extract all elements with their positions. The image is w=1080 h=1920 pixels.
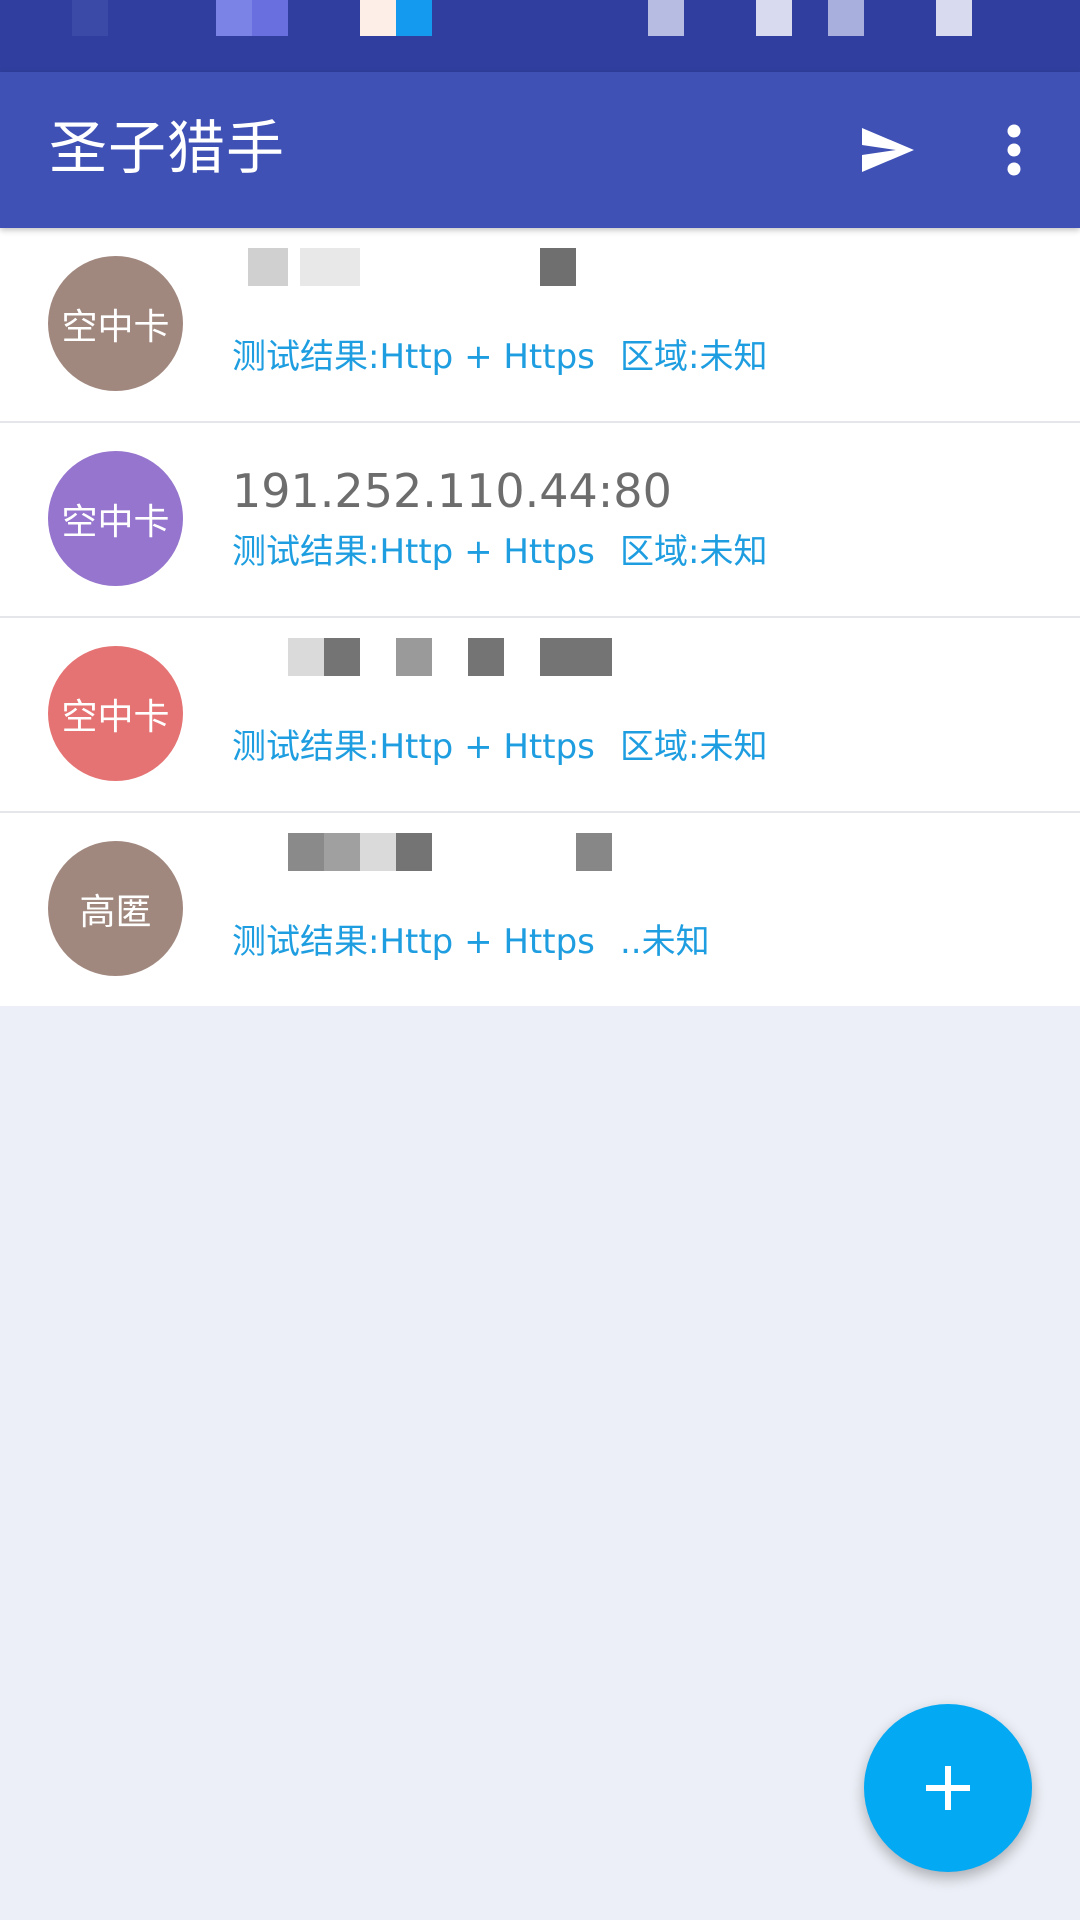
redacted-address-block — [540, 248, 576, 286]
redacted-address-block — [300, 248, 360, 286]
proxy-address: 191.252.110.44:80 — [232, 464, 672, 518]
redacted-address-block — [324, 638, 360, 676]
status-redacted-block — [936, 0, 972, 36]
send-icon — [862, 128, 914, 172]
test-result-label: 测试结果:Http + Https — [232, 532, 595, 572]
status-redacted-block — [828, 0, 864, 36]
add-icon — [926, 1766, 970, 1810]
avatar: 空中卡 — [48, 256, 183, 391]
add-proxy-button[interactable] — [864, 1704, 1032, 1872]
send-button[interactable] — [844, 110, 932, 190]
region-label: 区域:未知 — [620, 532, 768, 572]
app-title: 圣子猎手 — [49, 114, 286, 182]
region-label: 区域:未知 — [620, 337, 768, 377]
redacted-address-block — [324, 833, 360, 871]
avatar: 空中卡 — [48, 646, 183, 781]
redacted-address-block — [540, 638, 612, 676]
status-redacted-block — [360, 0, 396, 36]
redacted-address-block — [468, 638, 504, 676]
redacted-address-block — [288, 833, 324, 871]
redacted-address-block — [396, 833, 432, 871]
status-redacted-block — [72, 0, 108, 36]
more-options-button[interactable] — [974, 110, 1054, 190]
redacted-address-block — [360, 833, 396, 871]
redacted-address-block — [576, 833, 612, 871]
test-result-label: 测试结果:Http + Https — [232, 337, 595, 377]
proxy-list-item[interactable]: 空中卡 测试结果:Http + Https 区域:未知 — [0, 618, 1080, 813]
redacted-address-block — [396, 638, 432, 676]
proxy-list-item[interactable]: 高匿 测试结果:Http + Https ..未知 — [0, 813, 1080, 1006]
test-result-label: 测试结果:Http + Https — [232, 727, 595, 767]
status-redacted-block — [648, 0, 684, 36]
status-redacted-block — [252, 0, 288, 36]
status-bar — [0, 0, 1080, 72]
avatar: 高匿 — [48, 841, 183, 976]
status-redacted-block — [216, 0, 252, 36]
proxy-list: 空中卡 测试结果:Http + Https 区域:未知 空中卡 191.252.… — [0, 228, 1080, 1006]
redacted-address-block — [248, 248, 288, 286]
redacted-address-block — [288, 638, 324, 676]
proxy-list-item[interactable]: 空中卡 191.252.110.44:80 测试结果:Http + Https … — [0, 423, 1080, 618]
region-label: ..未知 — [620, 922, 710, 962]
status-redacted-block — [756, 0, 792, 36]
proxy-list-item[interactable]: 空中卡 测试结果:Http + Https 区域:未知 — [0, 228, 1080, 423]
more-vert-icon — [1007, 124, 1021, 176]
region-label: 区域:未知 — [620, 727, 768, 767]
test-result-label: 测试结果:Http + Https — [232, 922, 595, 962]
avatar: 空中卡 — [48, 451, 183, 586]
status-redacted-block — [396, 0, 432, 36]
app-bar: 圣子猎手 — [0, 72, 1080, 228]
